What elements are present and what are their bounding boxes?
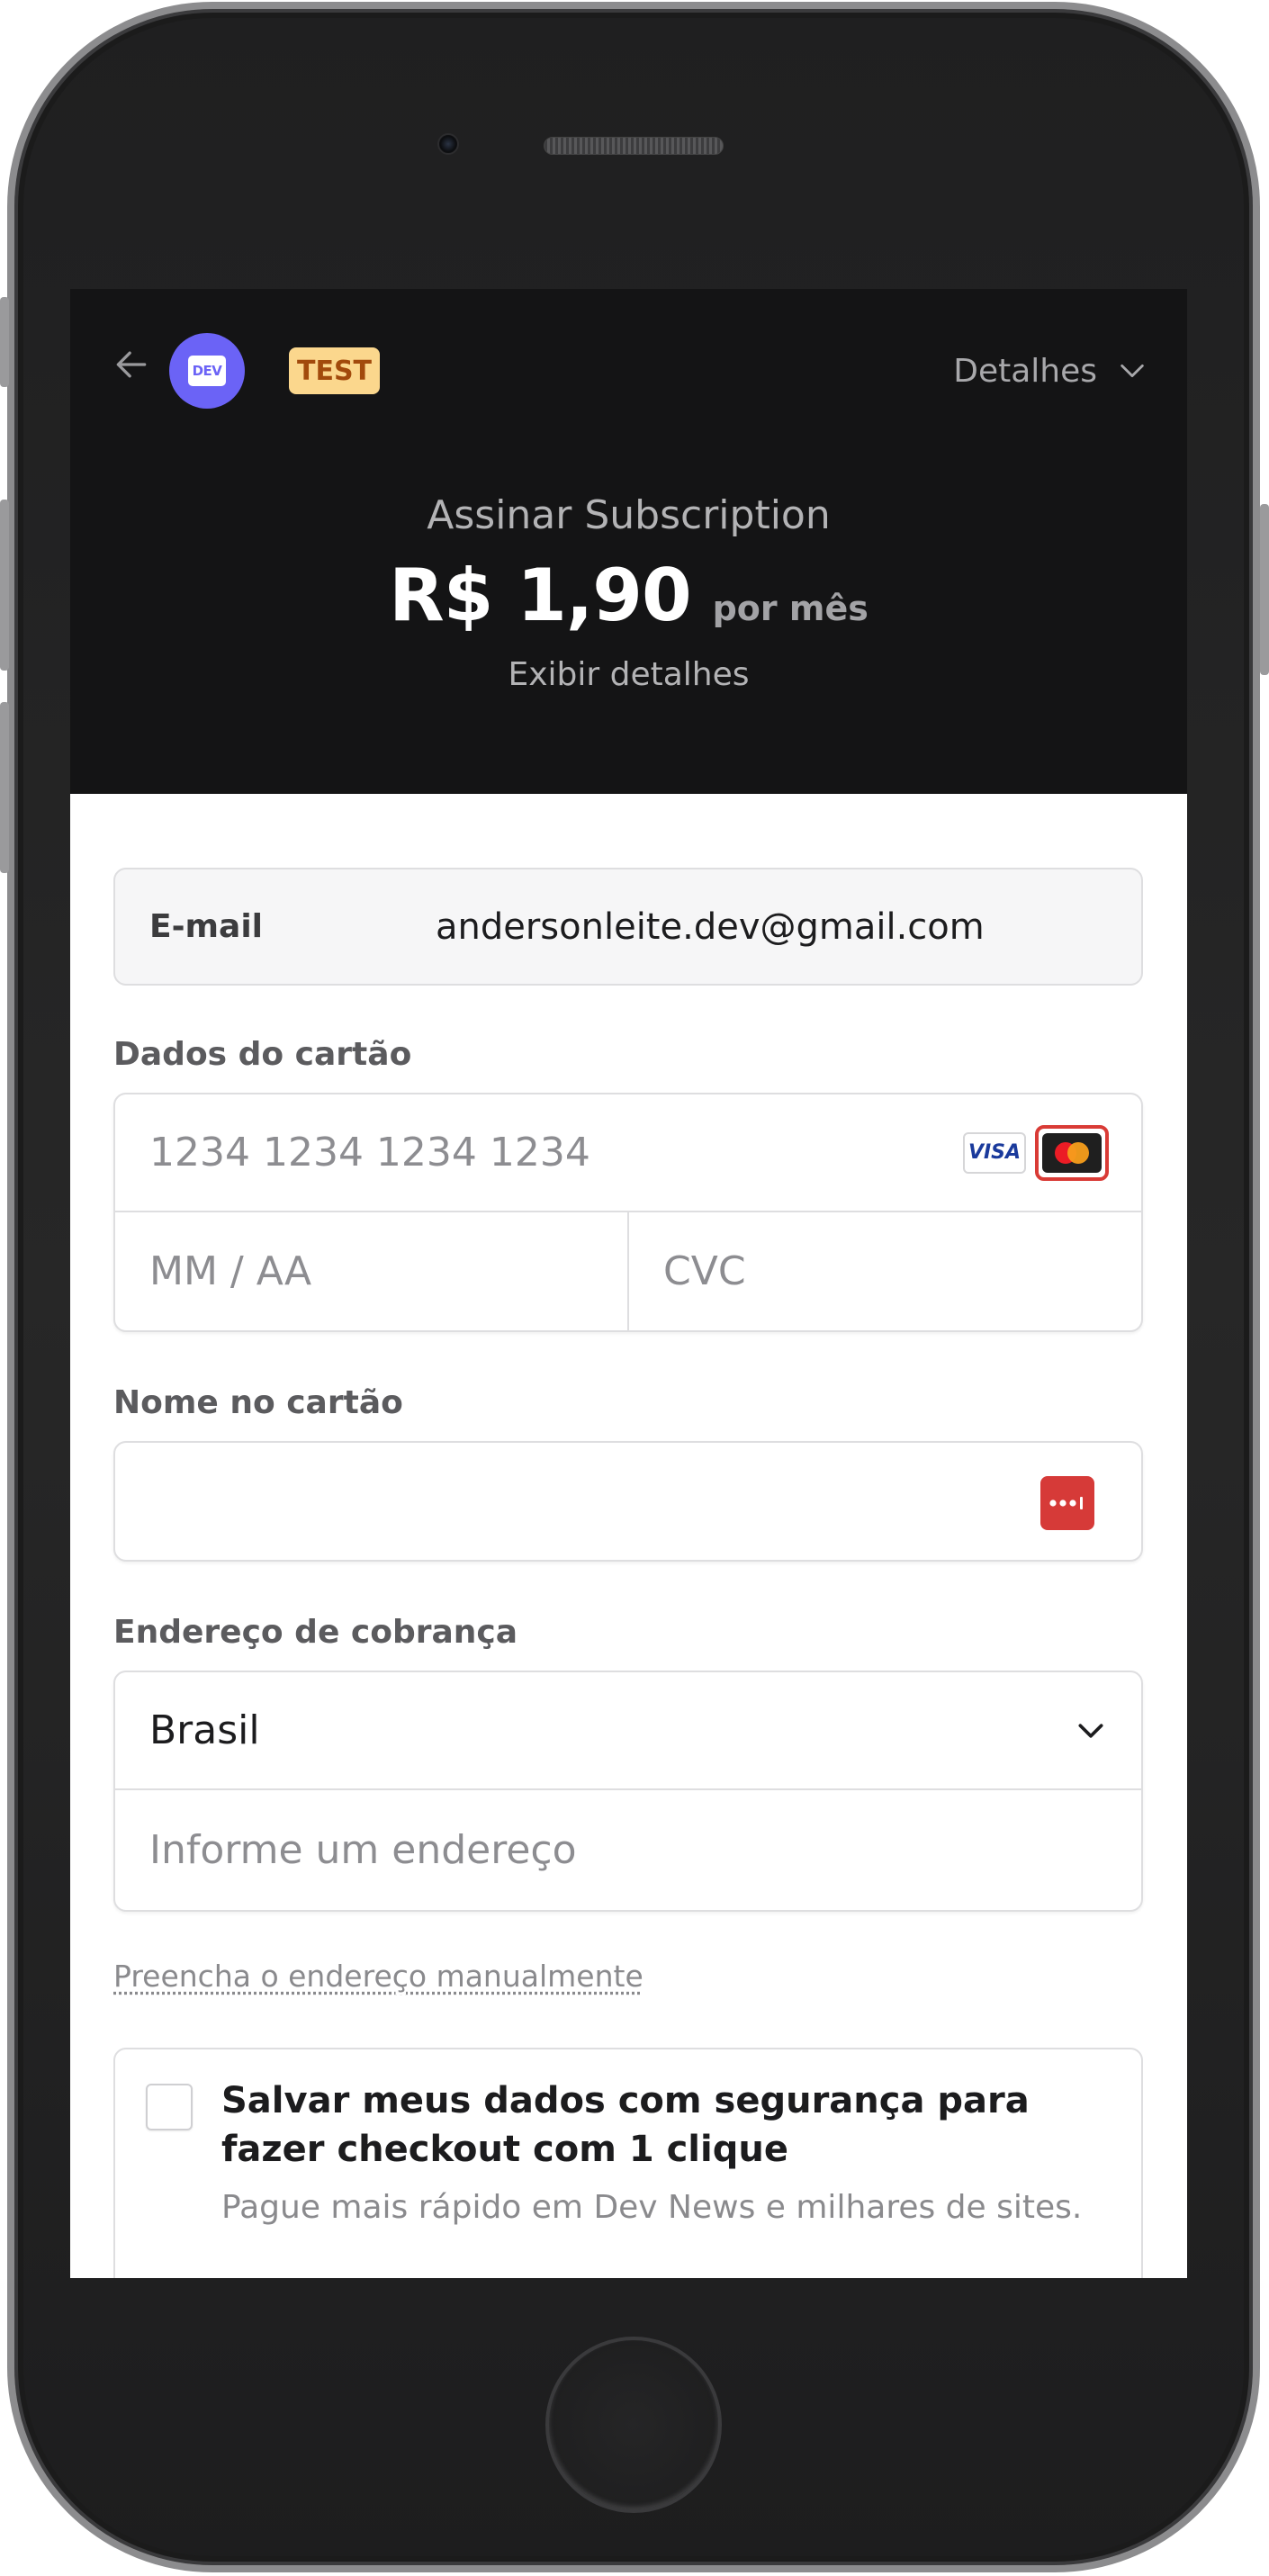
earpiece-speaker — [544, 137, 724, 155]
email-label: E-mail — [149, 908, 264, 945]
merchant-logo: DEV — [188, 356, 226, 386]
view-details-link[interactable]: Exibir detalhes — [70, 656, 1187, 693]
billing-period: por mês — [712, 589, 868, 628]
card-details-group: 1234 1234 1234 1234 VISA MM / AA CVC — [113, 1093, 1143, 1332]
product-summary: Assinar Subscription R$ 1,90 por mês Exi… — [70, 491, 1187, 693]
phone-silent-switch — [0, 297, 9, 387]
front-camera — [437, 133, 459, 155]
email-value: andersonleite.dev@gmail.com — [436, 905, 985, 948]
cvc-input[interactable]: CVC — [627, 1212, 1141, 1330]
address-input[interactable]: Informe um endereço — [115, 1790, 1141, 1910]
chevron-down-icon — [1120, 364, 1144, 378]
billing-address-group: Brasil Informe um endereço — [113, 1671, 1143, 1912]
price-line: R$ 1,90 por mês — [70, 555, 1187, 636]
save-info-panel: Salvar meus dados com segurança para faz… — [113, 2048, 1143, 2278]
expiry-input[interactable]: MM / AA — [115, 1212, 627, 1330]
chevron-down-icon — [1078, 1723, 1103, 1738]
phone-power-button — [1260, 504, 1269, 675]
card-details-label: Dados do cartão — [113, 1036, 412, 1073]
home-button[interactable] — [545, 2337, 722, 2513]
save-info-subtitle: Pague mais rápido em Dev News e milhares… — [221, 2189, 1083, 2226]
details-toggle-label: Detalhes — [953, 352, 1097, 390]
expiry-placeholder: MM / AA — [149, 1248, 312, 1294]
test-mode-badge: TEST — [289, 347, 380, 394]
phone-volume-down — [0, 702, 9, 873]
price-amount: R$ 1,90 — [389, 554, 691, 637]
product-name: Assinar Subscription — [427, 492, 831, 538]
save-info-title[interactable]: Salvar meus dados com segurança para faz… — [221, 2076, 1067, 2174]
card-number-placeholder: 1234 1234 1234 1234 — [149, 1130, 590, 1175]
manual-address-link[interactable]: Preencha o endereço manualmente — [113, 1959, 644, 1994]
card-number-input[interactable]: 1234 1234 1234 1234 VISA — [115, 1094, 1141, 1212]
card-expiry-cvc-row: MM / AA CVC — [115, 1212, 1141, 1330]
payment-form: E-mail andersonleite.dev@gmail.com Dados… — [113, 868, 1143, 2278]
email-field[interactable]: E-mail andersonleite.dev@gmail.com — [113, 868, 1143, 986]
cvc-placeholder: CVC — [663, 1248, 746, 1294]
cardholder-name-input[interactable] — [113, 1441, 1143, 1562]
details-toggle-button[interactable]: Detalhes — [953, 345, 1148, 397]
mastercard-icon — [1035, 1124, 1109, 1181]
back-arrow-icon[interactable] — [112, 345, 151, 384]
password-manager-autofill-icon[interactable] — [1040, 1476, 1094, 1530]
cardholder-name-label: Nome no cartão — [113, 1384, 403, 1421]
address-placeholder: Informe um endereço — [149, 1827, 577, 1873]
billing-address-label: Endereço de cobrança — [113, 1614, 518, 1651]
phone-volume-up — [0, 500, 9, 671]
checkout-header: DEV TEST Detalhes Assinar Subscription R… — [70, 289, 1187, 794]
visa-icon: VISA — [963, 1131, 1026, 1174]
save-info-checkbox[interactable] — [146, 2084, 193, 2130]
card-brand-icons: VISA — [963, 1124, 1109, 1181]
country-select[interactable]: Brasil — [115, 1672, 1141, 1790]
country-value: Brasil — [149, 1707, 260, 1753]
checkout-screen: DEV TEST Detalhes Assinar Subscription R… — [70, 289, 1187, 2278]
merchant-avatar: DEV — [169, 333, 245, 409]
